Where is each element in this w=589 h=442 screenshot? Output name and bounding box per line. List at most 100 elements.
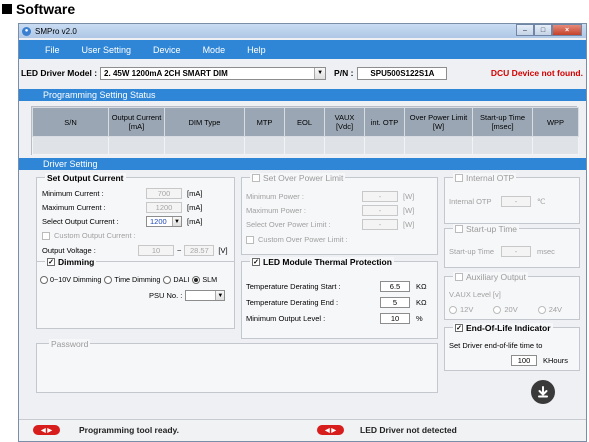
derating-end-unit: KΩ	[416, 298, 427, 307]
min-output-unit: %	[416, 314, 423, 323]
eol-checkbox[interactable]: ✓	[455, 324, 463, 332]
select-current-dropdown[interactable]: 1200 ▼	[146, 216, 182, 227]
over-power-checkbox[interactable]	[252, 174, 260, 182]
max-current-field: 1200	[146, 202, 182, 213]
select-current-label: Select Output Current :	[42, 217, 119, 226]
download-button[interactable]	[531, 380, 555, 404]
select-current-unit: [mA]	[187, 217, 203, 226]
dimming-panel: ✓ Dimming 0~10V Dimming Time Dimming DAL…	[36, 257, 235, 329]
min-current-field: 700	[146, 188, 182, 199]
chevron-down-icon: ▼	[215, 291, 225, 300]
select-power-label: Select Over Power Limit :	[246, 220, 331, 229]
thermal-title-text: LED Module Thermal Protection	[263, 257, 392, 267]
dim-dali-label: DALI	[173, 275, 190, 284]
derating-start-unit: KΩ	[416, 282, 427, 291]
app-window: ● SMPro v2.0 – □ × File User Setting Dev…	[18, 23, 587, 442]
min-power-label: Minimum Power :	[246, 192, 304, 201]
custom-power-label: Custom Over Power Limit :	[258, 235, 348, 244]
dim-dali-radio[interactable]	[163, 275, 172, 284]
internal-otp-label: Internal OTP	[449, 197, 492, 206]
min-power-unit: [W]	[403, 192, 415, 201]
close-button[interactable]: ×	[552, 24, 582, 36]
model-select-value: 2. 45W 1200mA 2CH SMART DIM	[104, 68, 228, 78]
status-bar: ◀ ▶ Programming tool ready. ◀ ▶ LED Driv…	[19, 419, 586, 441]
menu-file[interactable]: File	[45, 45, 60, 55]
dim-slm-radio[interactable]	[192, 275, 201, 284]
menu-mode[interactable]: Mode	[203, 45, 226, 55]
driver-status-text: LED Driver not detected	[360, 425, 457, 435]
pn-field[interactable]: SPU500S122S1A	[357, 66, 448, 80]
eol-panel: ✓ End-Of-Life Indicator Set Driver end-o…	[444, 323, 580, 371]
thermal-checkbox[interactable]: ✓	[252, 258, 260, 266]
select-power-field: -	[362, 219, 398, 230]
startup-title-text: Start-up Time	[466, 224, 518, 234]
aux-output-panel: Auxiliary Output V.AUX Level [v] 12V 20V…	[444, 272, 580, 320]
title-bar: ● SMPro v2.0 – □ ×	[19, 24, 586, 38]
aux-output-checkbox[interactable]	[455, 273, 463, 281]
aux-20v-radio[interactable]	[493, 305, 502, 314]
driver-status-icon: ◀ ▶	[317, 425, 344, 435]
over-power-title: Set Over Power Limit	[250, 173, 346, 183]
window-title: SMPro v2.0	[35, 26, 77, 36]
col-output-current: Output Current [mA]	[108, 107, 165, 137]
col-startup: Start-up Time [msec]	[472, 107, 533, 137]
menu-user-setting[interactable]: User Setting	[82, 45, 132, 55]
chevron-down-icon: ▼	[314, 67, 326, 79]
square-bullet-icon	[2, 4, 12, 14]
dimming-title: ✓ Dimming	[45, 257, 97, 267]
dcu-status: DCU Device not found.	[490, 68, 583, 78]
aux-output-title-text: Auxiliary Output	[466, 272, 526, 282]
aux-24v-label: 24V	[548, 305, 563, 314]
derating-start-label: Temperature Derating Start :	[246, 282, 341, 291]
aux-output-title: Auxiliary Output	[453, 272, 528, 282]
download-arrow-icon	[538, 386, 548, 398]
set-output-current-title: Set Output Current	[45, 173, 126, 183]
maximize-button[interactable]: □	[534, 24, 552, 36]
menu-device[interactable]: Device	[153, 45, 181, 55]
min-power-field: -	[362, 191, 398, 202]
startup-checkbox[interactable]	[455, 225, 463, 233]
internal-otp-unit: ℃	[537, 197, 546, 206]
dim-010v-label: 0~10V Dimming	[50, 275, 102, 284]
psu-label: PSU No. :	[149, 291, 183, 300]
over-power-title-text: Set Over Power Limit	[263, 173, 344, 183]
col-sn: S/N	[32, 107, 109, 137]
startup-panel: Start-up Time Start-up Time - msec	[444, 224, 580, 268]
model-label: LED Driver Model :	[21, 68, 98, 78]
dimming-checkbox[interactable]: ✓	[47, 258, 55, 266]
over-power-panel: Set Over Power Limit Minimum Power : - […	[241, 173, 438, 255]
derating-start-field[interactable]: 6.5	[380, 281, 410, 292]
menu-bar: File User Setting Device Mode Help	[19, 40, 586, 59]
table-row	[32, 136, 579, 155]
chevron-down-icon: ▼	[172, 217, 181, 226]
tilde-separator: ~	[177, 246, 182, 255]
col-over-power: Over Power Limit [W]	[404, 107, 473, 137]
psu-dropdown[interactable]: ▼	[185, 290, 226, 301]
driver-setting-header: Driver Setting	[19, 158, 586, 170]
col-wpp: WPP	[532, 107, 579, 137]
custom-power-checkbox[interactable]	[246, 235, 254, 244]
eol-hours-field[interactable]: 100	[511, 355, 537, 366]
internal-otp-checkbox[interactable]	[455, 174, 463, 182]
min-output-field[interactable]: 10	[380, 313, 410, 324]
dim-time-radio[interactable]	[104, 275, 113, 284]
aux-20v-label: 20V	[504, 305, 518, 314]
minimize-button[interactable]: –	[516, 24, 534, 36]
max-power-label: Maximum Power :	[246, 206, 307, 215]
dim-010v-radio[interactable]	[40, 275, 48, 284]
section-heading: Software	[2, 0, 75, 18]
app-icon: ●	[22, 26, 31, 36]
derating-end-field[interactable]: 5	[380, 297, 410, 308]
window-controls: – □ ×	[516, 24, 582, 36]
output-voltage-label: Output Voltage :	[42, 246, 96, 255]
tool-status-icon: ◀ ▶	[33, 425, 60, 435]
model-select[interactable]: 2. 45W 1200mA 2CH SMART DIM ▼	[100, 66, 327, 80]
aux-24v-radio[interactable]	[537, 305, 546, 314]
custom-current-checkbox[interactable]	[42, 231, 50, 240]
thermal-panel: ✓ LED Module Thermal Protection Temperat…	[241, 257, 438, 339]
col-dim-type: DIM Type	[164, 107, 245, 137]
select-current-value: 1200	[150, 217, 167, 226]
menu-help[interactable]: Help	[247, 45, 266, 55]
dim-time-label: Time Dimming	[114, 275, 161, 284]
aux-12v-radio[interactable]	[449, 305, 457, 314]
